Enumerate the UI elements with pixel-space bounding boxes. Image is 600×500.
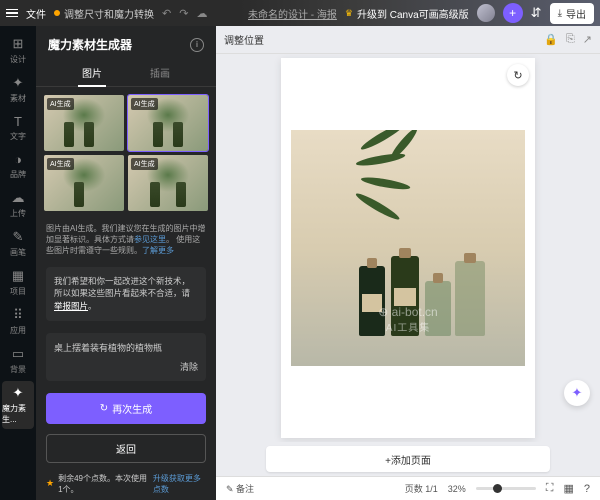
info-icon[interactable]: i (190, 38, 204, 52)
nav-rail: ⊞ 设计 ✦ 素材 T 文字 ◑ 品牌 ☁ 上传 ✎ 画笔 ▦ 项目 ⠿ 应用 ▭ 背景 ✦ 魔力素生... (0, 26, 36, 500)
nav-icon: ⊞ (13, 36, 24, 52)
nav-label: 设计 (10, 54, 26, 65)
notes-button[interactable]: ✎ 备注 (226, 482, 254, 495)
nav-item-8[interactable]: ▭ 背景 (2, 342, 34, 379)
grid-view-icon[interactable]: ▦ (563, 482, 573, 495)
credits-upgrade-link[interactable]: 升级获取更多点数 (153, 473, 206, 495)
nav-label: 素材 (10, 93, 26, 104)
upgrade-button[interactable]: ♛ 升级到 Canva可画高级版 (345, 6, 469, 21)
menu-icon[interactable] (6, 9, 18, 18)
magic-fab[interactable]: ✦ (564, 380, 590, 406)
lock-icon[interactable]: 🔒 (544, 33, 558, 46)
canvas-area: 调整位置 🔒 ⎘ ↗ ↻ (216, 26, 600, 500)
file-menu[interactable]: 文件 (26, 6, 46, 21)
nav-icon: ☁ (12, 190, 25, 206)
prompt-input[interactable]: 桌上摆着装有植物的植物瓶 清除 (46, 333, 206, 381)
share-plus-button[interactable]: + (503, 3, 523, 23)
regenerate-label: 再次生成 (112, 401, 152, 416)
nav-label: 背景 (10, 364, 26, 375)
panel-title: 魔力素材生成器 (48, 36, 132, 53)
nav-item-3[interactable]: ◑ 品牌 (2, 148, 34, 184)
export-label: 导出 (566, 6, 586, 21)
duplicate-icon[interactable]: ⎘ (566, 33, 575, 46)
page-counter[interactable]: 页数 1/1 (405, 482, 438, 495)
export-icon: ⤓ (558, 8, 562, 19)
nav-label: 上传 (10, 208, 26, 219)
upgrade-label: 升级到 Canva可画高级版 (357, 6, 469, 21)
ai-badge: AI生成 (47, 158, 74, 170)
nav-item-0[interactable]: ⊞ 设计 (2, 32, 34, 69)
prompt-text: 桌上摆着装有植物的植物瓶 (54, 341, 198, 354)
position-label[interactable]: 调整位置 (224, 32, 264, 47)
canvas-page[interactable]: ↻ ⊕ ai-bot.cn AI工具集 (281, 58, 535, 438)
disclaimer-link[interactable]: 参见这里 (134, 235, 166, 244)
zoom-value[interactable]: 32% (448, 484, 466, 494)
tab-illustration[interactable]: 插画 (146, 59, 174, 86)
add-page-button[interactable]: +添加页面 (266, 446, 550, 472)
avatar[interactable] (477, 4, 495, 22)
nav-icon: T (14, 114, 22, 129)
nav-item-1[interactable]: ✦ 素材 (2, 71, 34, 108)
nav-label: 项目 (10, 286, 26, 297)
resize-toggle[interactable]: 调整尺寸和魔力转换 (54, 6, 154, 21)
help-icon[interactable]: ? (584, 483, 590, 495)
credits-bar: ★ 剩余49个点数。本次使用1个。 升级获取更多点数 (36, 467, 216, 500)
result-thumb[interactable]: AI生成 (44, 155, 124, 211)
generated-image[interactable]: ⊕ ai-bot.cn AI工具集 (291, 130, 525, 366)
nav-item-9[interactable]: ✦ 魔力素生... (2, 381, 34, 429)
design-name[interactable]: 未命名的设计 - 海报 (248, 6, 337, 21)
learn-more-link[interactable]: 了解更多 (142, 246, 174, 255)
nav-icon: ✦ (13, 75, 24, 91)
undo-icon[interactable]: ↶ (162, 7, 171, 20)
fullscreen-icon[interactable]: ⛶ (546, 482, 554, 495)
copy-icon[interactable]: ↗ (583, 33, 592, 46)
tab-image[interactable]: 图片 (78, 59, 106, 86)
feedback-box: 我们希望和你一起改进这个新技术，所以如果这些图片看起来不合适，请举报图片。 (46, 267, 206, 321)
nav-icon: ◑ (14, 152, 22, 167)
star-icon: ★ (46, 478, 54, 489)
credits-text: 剩余49个点数。本次使用1个。 (58, 473, 149, 495)
crown-icon: ♛ (345, 8, 353, 19)
refresh-page-icon[interactable]: ↻ (507, 64, 529, 86)
status-dot (54, 10, 60, 16)
nav-icon: ✦ (13, 385, 24, 401)
result-thumb[interactable]: AI生成 (44, 95, 124, 151)
result-thumb[interactable]: AI生成 (128, 155, 208, 211)
cloud-sync-icon[interactable]: ☁ (196, 7, 207, 20)
nav-item-4[interactable]: ☁ 上传 (2, 186, 34, 223)
redo-icon[interactable]: ↷ (179, 7, 188, 20)
ai-badge: AI生成 (131, 158, 158, 170)
nav-icon: ⠿ (13, 307, 23, 323)
result-thumb[interactable]: AI生成 (128, 95, 208, 151)
nav-icon: ✎ (13, 229, 24, 245)
nav-item-7[interactable]: ⠿ 应用 (2, 303, 34, 340)
nav-label: 应用 (10, 325, 26, 336)
nav-item-6[interactable]: ▦ 项目 (2, 264, 34, 301)
resize-label: 调整尺寸和魔力转换 (64, 6, 154, 21)
clear-button[interactable]: 清除 (180, 362, 198, 372)
export-button[interactable]: ⤓ 导出 (550, 3, 594, 24)
back-button[interactable]: 返回 (46, 434, 206, 463)
nav-label: 文字 (10, 131, 26, 142)
nav-item-5[interactable]: ✎ 画笔 (2, 225, 34, 262)
regenerate-button[interactable]: ↻ 再次生成 (46, 393, 206, 424)
nav-icon: ▭ (12, 346, 24, 362)
ai-badge: AI生成 (47, 98, 74, 110)
report-link[interactable]: 举报图片 (54, 301, 88, 311)
side-panel: 魔力素材生成器 i 图片 插画 AI生成 AI生成 AI生成 AI生成 图片由A… (36, 26, 216, 500)
disclaimer-text: 图片由AI生成。我们建议您在生成的图片中增加显著标识。具体方式请参见这里。 使用… (36, 219, 216, 261)
nav-icon: ▦ (12, 268, 24, 284)
refresh-icon: ↻ (100, 403, 108, 414)
nav-label: 魔力素生... (2, 403, 34, 425)
nav-label: 画笔 (10, 247, 26, 258)
zoom-slider[interactable] (476, 487, 536, 490)
nav-item-2[interactable]: T 文字 (2, 110, 34, 146)
results-grid: AI生成 AI生成 AI生成 AI生成 (36, 87, 216, 219)
analytics-icon[interactable]: ⇵ (531, 5, 542, 21)
nav-label: 品牌 (10, 169, 26, 180)
ai-badge: AI生成 (131, 98, 158, 110)
